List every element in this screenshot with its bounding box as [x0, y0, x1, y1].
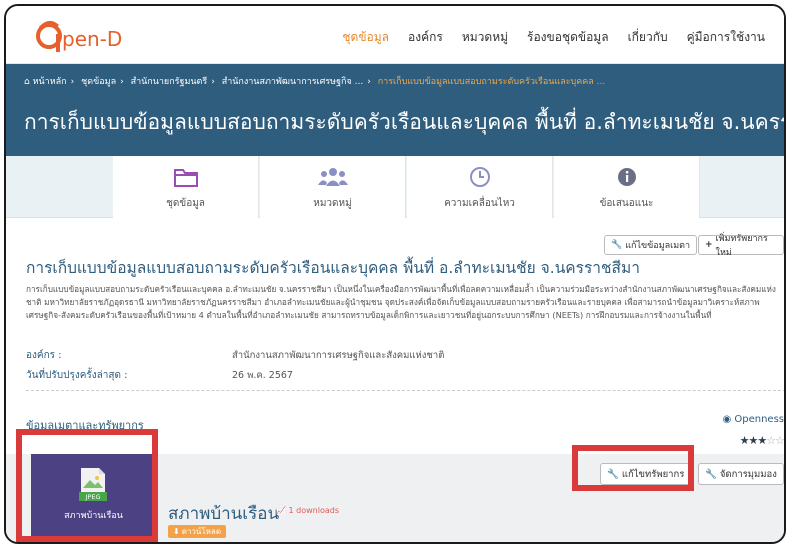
top-navbar: pen-D ชุดข้อมูล องค์กร หมวดหมู่ ร้องขอชุ… [6, 6, 784, 64]
tab-label: ชุดข้อมูล [166, 198, 205, 209]
manage-views-button[interactable]: 🔧 จัดการมุมมอง [698, 463, 784, 485]
users-icon [317, 168, 348, 186]
wrench-icon: 🔧 [607, 468, 619, 480]
dataset-title: การเก็บแบบข้อมูลแบบสอบถามระดับครัวเรือนแ… [26, 259, 640, 277]
download-count: 📈 1 downloads [276, 506, 339, 515]
nav-about[interactable]: เกี่ยวกับ [628, 28, 668, 47]
tab-groups[interactable]: หมวดหมู่ [260, 156, 406, 218]
download-button[interactable]: ⬇ ดาวน์โหลด [168, 525, 227, 538]
organization-value[interactable]: สำนักงานสภาพัฒนาการเศรษฐกิจและสังคมแห่งช… [232, 348, 444, 363]
nav-request-dataset[interactable]: ร้องขอชุดข้อมูล [527, 28, 609, 47]
download-icon: ⬇ [173, 527, 180, 536]
jpeg-file-icon: JPEG [79, 468, 107, 501]
clock-icon [469, 167, 490, 187]
tab-label: ข้อเสนอแนะ [599, 198, 654, 209]
eye-icon: ◉ [722, 414, 732, 425]
tab-label: หมวดหมู่ [313, 198, 352, 209]
svg-text:pen-D: pen-D [62, 27, 122, 51]
wrench-icon: 🔧 [611, 240, 623, 250]
folder-icon [173, 169, 198, 187]
main-nav: ชุดข้อมูล องค์กร หมวดหมู่ ร้องขอชุดข้อมู… [342, 28, 784, 47]
logo-mark-icon: pen-D [36, 21, 122, 52]
divider [26, 390, 784, 391]
nav-datasets[interactable]: ชุดข้อมูล [342, 28, 389, 47]
breadcrumb-current: การเก็บแบบข้อมูลแบบสอบถามระดับครัวเรือนแ… [377, 77, 606, 87]
resource-thumbnail[interactable]: JPEG สภาพบ้านเรือน [31, 454, 156, 542]
tab-datasets[interactable]: ชุดข้อมูล [113, 156, 259, 218]
svg-text:JPEG: JPEG [85, 493, 101, 501]
tab-feedback[interactable]: ข้อเสนอแนะ [554, 156, 700, 218]
last-updated-label: วันที่ปรับปรุงครั้งล่าสุด : [26, 370, 128, 381]
tab-label: ความเคลื่อนไหว [444, 198, 515, 209]
openness-label: Openness [734, 414, 784, 425]
resources-section-label: ข้อมูลเมตาและทรัพยากร [26, 419, 144, 432]
star-icon: ★ [757, 434, 767, 447]
openness-stars: ★★★☆☆ [740, 434, 784, 447]
plus-icon: + [705, 240, 713, 250]
dataset-description: การเก็บแบบข้อมูลแบบสอบถามระดับครัวเรือนแ… [26, 284, 776, 320]
open-d-logo[interactable]: pen-D [32, 16, 124, 56]
add-resource-button[interactable]: + เพิ่มทรัพยากรใหม่ [698, 234, 784, 258]
edit-metadata-button[interactable]: 🔧 แก้ไขข้อมูลเมตา [604, 235, 698, 255]
home-icon: ⌂ [24, 77, 30, 87]
add-resource-label: เพิ่มทรัพยากรใหม่ [715, 234, 768, 258]
edit-resource-button[interactable]: 🔧 แก้ไขทรัพยากร [600, 463, 692, 485]
resource-title[interactable]: สภาพบ้านเรือน [168, 500, 279, 527]
breadcrumb-item[interactable]: สำนักนายกรัฐมนตรี [131, 77, 208, 87]
breadcrumb-item[interactable]: ชุดข้อมูล [81, 77, 116, 87]
last-updated-value: 26 พ.ค. 2567 [232, 370, 293, 381]
star-icon: ★ [739, 434, 750, 447]
organization-label: องค์กร : [26, 350, 62, 361]
download-count-text: 1 downloads [288, 506, 339, 515]
download-label: ดาวน์โหลด [181, 527, 222, 536]
edit-resource-label: แก้ไขทรัพยากร [621, 468, 685, 480]
browser-frame: pen-D ชุดข้อมูล องค์กร หมวดหมู่ ร้องขอชุ… [4, 4, 786, 544]
info-icon [617, 168, 636, 186]
wrench-icon: 🔧 [705, 468, 717, 480]
breadcrumb-item[interactable]: สำนักงานสภาพัฒนาการเศรษฐกิจ ... [222, 77, 364, 87]
nav-manual[interactable]: คู่มือการใช้งาน [687, 28, 765, 47]
tab-activity[interactable]: ความเคลื่อนไหว [407, 156, 553, 218]
star-empty-icon: ☆ [766, 434, 776, 447]
breadcrumb: ⌂ หน้าหลัก › ชุดข้อมูล › สำนักนายกรัฐมนตรี… [24, 77, 606, 87]
page-title: การเก็บแบบข้อมูลแบบสอบถามระดับครัวเรือนแ… [24, 110, 786, 134]
chart-icon: 📈 [276, 506, 286, 515]
star-empty-icon: ☆ [775, 434, 784, 447]
manage-views-label: จัดการมุมมอง [719, 468, 777, 480]
edit-metadata-label: แก้ไขข้อมูลเมตา [625, 241, 691, 251]
thumbnail-label: สภาพบ้านเรือน [64, 511, 123, 521]
page-hero: ⌂ หน้าหลัก › ชุดข้อมูล › สำนักนายกรัฐมนตรี… [6, 64, 784, 156]
nav-organizations[interactable]: องค์กร [408, 28, 443, 47]
nav-groups[interactable]: หมวดหมู่ [462, 28, 508, 47]
breadcrumb-home[interactable]: หน้าหลัก [33, 77, 67, 87]
openness-rating[interactable]: ◉ Openness [722, 414, 784, 425]
tab-bar: ชุดข้อมูล หมวดหมู่ ความเคลื่อนไหว ข้อเสน… [6, 156, 784, 218]
